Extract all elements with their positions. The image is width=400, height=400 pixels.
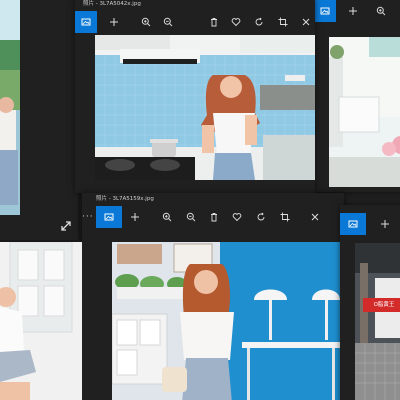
edit-icon[interactable]: [295, 11, 315, 33]
photo-left: [0, 0, 20, 215]
price-sign: O脂黄王: [363, 298, 400, 312]
price-sign-text: O脂黄王: [373, 302, 395, 308]
photo-right: [329, 37, 400, 187]
fullscreen-icon[interactable]: [60, 217, 72, 231]
more-icon[interactable]: ···: [82, 206, 94, 228]
photo-bottom-left: [0, 242, 82, 400]
toolbar: [75, 11, 315, 33]
zoom-out-icon[interactable]: [157, 11, 179, 33]
photo-kitchen: [95, 35, 315, 180]
image-icon[interactable]: [314, 0, 336, 22]
desktop: 照片 - 3L7A5042x.jpg 照片 - 3L7A5159x.jpg ··…: [0, 0, 400, 400]
window-title: 照片 - 3L7A5159x.jpg: [96, 196, 154, 202]
edit-icon[interactable]: [304, 206, 326, 228]
rotate-icon[interactable]: [250, 206, 272, 228]
photos-window-bottom-right[interactable]: O脂黄王: [340, 205, 400, 400]
crop-icon[interactable]: [274, 206, 296, 228]
photos-window-right[interactable]: [312, 0, 400, 192]
photo-blue-room: [112, 242, 340, 400]
add-icon[interactable]: [124, 206, 146, 228]
window-title: 照片 - 3L7A5042x.jpg: [83, 1, 141, 7]
crop-icon[interactable]: [272, 11, 294, 33]
delete-icon[interactable]: [203, 206, 225, 228]
zoom-in-icon[interactable]: [156, 206, 178, 228]
zoom-out-icon[interactable]: [180, 206, 202, 228]
add-icon[interactable]: [103, 11, 125, 33]
add-icon[interactable]: [342, 0, 364, 22]
add-icon[interactable]: [374, 213, 396, 235]
title-bar: 照片 - 3L7A5042x.jpg: [75, 0, 315, 11]
photos-window-top[interactable]: 照片 - 3L7A5042x.jpg: [75, 0, 315, 193]
rotate-icon[interactable]: [248, 11, 270, 33]
zoom-in-icon[interactable]: [370, 0, 392, 22]
image-icon[interactable]: [340, 213, 366, 235]
delete-icon[interactable]: [203, 11, 225, 33]
image-icon[interactable]: [96, 206, 122, 228]
title-bar: 照片 - 3L7A5159x.jpg: [82, 193, 344, 206]
image-icon[interactable]: [75, 11, 97, 33]
zoom-in-icon[interactable]: [135, 11, 157, 33]
favorite-icon[interactable]: [225, 11, 247, 33]
photos-window-bottom[interactable]: 照片 - 3L7A5159x.jpg ···: [82, 193, 344, 400]
photos-window-left[interactable]: [0, 0, 78, 240]
favorite-icon[interactable]: [226, 206, 248, 228]
toolbar: ···: [82, 206, 344, 228]
photo-store: O脂黄王: [355, 243, 400, 400]
